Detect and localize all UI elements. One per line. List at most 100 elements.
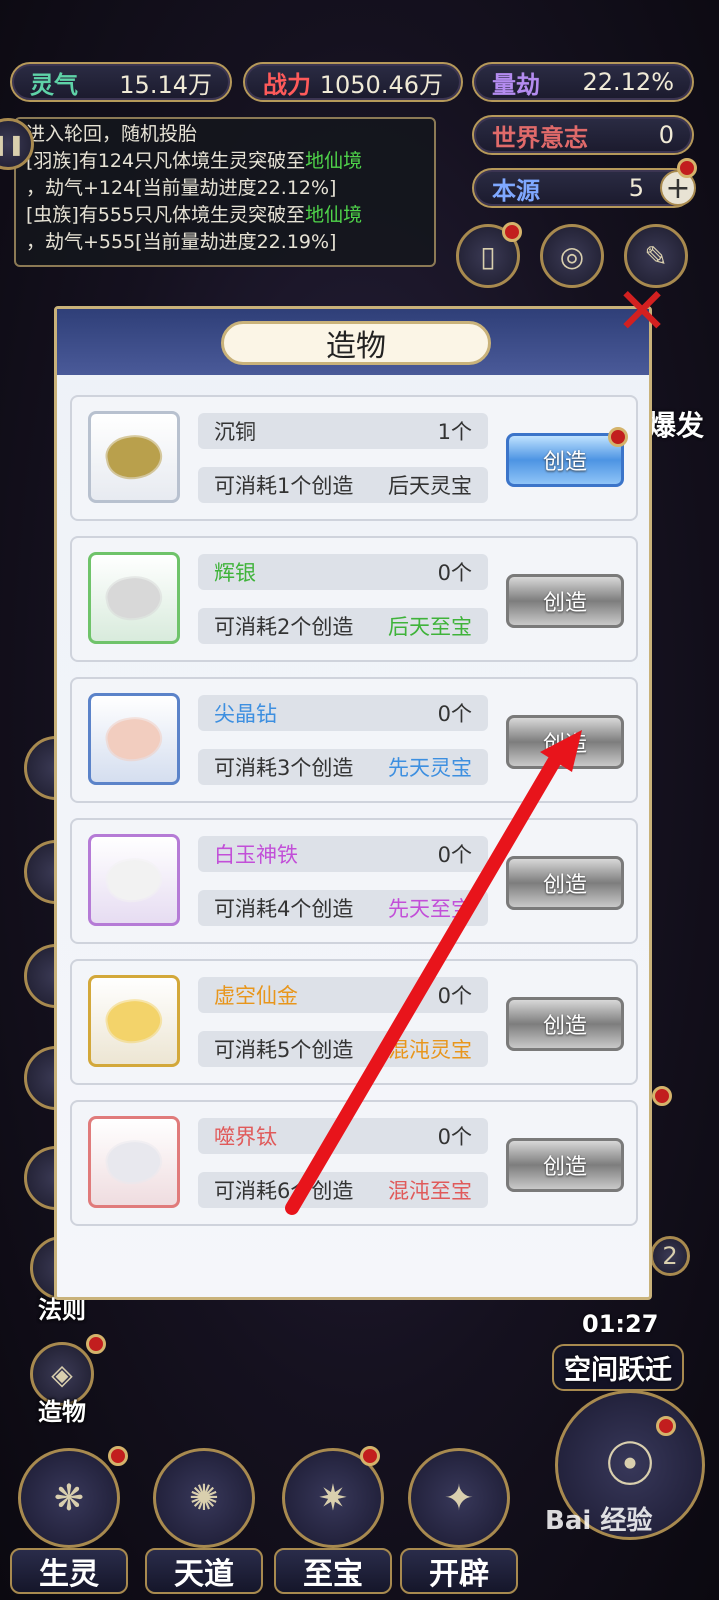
log-line: ，劫气+555[当前量劫进度22.19%] — [26, 231, 337, 253]
event-log: 进入轮回，随机投胎 [羽族]有124只凡体境生灵突破至地仙境 ，劫气+124[当… — [14, 117, 436, 267]
item-name-field: 噬界钛 0个 — [198, 1118, 488, 1154]
close-icon[interactable]: ✕ — [612, 280, 672, 344]
ore-icon — [104, 996, 164, 1046]
stat-world-will: 世界意志 0 — [472, 115, 694, 155]
ore-icon — [104, 573, 164, 623]
log-highlight: 地仙境 — [305, 150, 363, 172]
ore-icon — [104, 432, 164, 482]
item-grade: 后天至宝 — [388, 615, 472, 639]
item-row: 辉银 0个 可消耗2个创造 后天至宝 创造 — [70, 536, 638, 662]
item-grade: 先天灵宝 — [388, 756, 472, 780]
creation-notice-dot — [86, 1334, 106, 1354]
item-name-field: 尖晶钻 0个 — [198, 695, 488, 731]
create-button[interactable]: 创造 — [506, 574, 624, 628]
create-notice-dot — [608, 427, 628, 447]
nav-tiandao[interactable]: ✺ 天道 — [145, 1448, 263, 1598]
space-timer: 01:27 — [582, 1310, 659, 1338]
create-button[interactable]: 创造 — [506, 1138, 624, 1192]
item-grade: 混沌至宝 — [388, 1179, 472, 1203]
item-cost-field: 可消耗2个创造 后天至宝 — [198, 608, 488, 644]
ore-icon — [104, 1137, 164, 1187]
nav-zhibao[interactable]: ✷ 至宝 — [274, 1448, 392, 1598]
kaipi-icon: ✦ — [408, 1448, 510, 1548]
card-notice-dot — [502, 222, 522, 242]
stat-zhanli-label: 战力 — [263, 70, 311, 99]
stat-lingqi: 灵气 15.14万 — [10, 62, 232, 102]
item-count: 0个 — [437, 984, 472, 1008]
stat-benyuan-label: 本源 — [492, 176, 540, 205]
item-cost: 可消耗5个创造 — [214, 1038, 354, 1062]
item-cost: 可消耗4个创造 — [214, 897, 354, 921]
item-row: 沉铜 1个 可消耗1个创造 后天灵宝 创造 — [70, 395, 638, 521]
item-count: 0个 — [437, 561, 472, 585]
nav-kaipi[interactable]: ✦ 开辟 — [400, 1448, 518, 1598]
nav-shengling[interactable]: ❋ 生灵 — [10, 1448, 128, 1598]
log-line: [虫族]有555只凡体境生灵突破至地仙境 — [26, 202, 424, 229]
create-button[interactable]: 创造 — [506, 433, 624, 487]
log-text: [虫族]有555只凡体境生灵突破至 — [26, 204, 306, 226]
create-button[interactable]: 创造 — [506, 856, 624, 910]
item-count: 1个 — [437, 420, 472, 444]
item-name-field: 虚空仙金 0个 — [198, 977, 488, 1013]
item-name-field: 白玉神铁 0个 — [198, 836, 488, 872]
log-line: [羽族]有124只凡体境生灵突破至地仙境 — [26, 148, 424, 175]
badge-two-icon[interactable]: 2 — [650, 1236, 690, 1276]
burst-label[interactable]: 爆发 — [648, 404, 704, 444]
item-cost-field: 可消耗3个创造 先天灵宝 — [198, 749, 488, 785]
nav-main-emblem[interactable]: ☉ — [545, 1390, 715, 1590]
item-name: 噬界钛 — [214, 1125, 277, 1149]
item-grade: 混沌灵宝 — [388, 1038, 472, 1062]
item-name: 虚空仙金 — [214, 984, 298, 1008]
nav-label: 天道 — [145, 1548, 263, 1594]
nav-notice-dot — [108, 1446, 128, 1466]
log-line: 进入轮回，随机投胎 — [26, 123, 198, 145]
watermark: Bai 经验 — [545, 1506, 653, 1536]
item-name-field: 沉铜 1个 — [198, 413, 488, 449]
item-grade: 后天灵宝 — [388, 474, 472, 498]
nav-label: 开辟 — [400, 1548, 518, 1594]
stat-world-will-label: 世界意志 — [492, 123, 588, 152]
item-thumbnail — [88, 693, 180, 785]
item-row: 噬界钛 0个 可消耗6个创造 混沌至宝 创造 — [70, 1100, 638, 1226]
item-thumbnail — [88, 975, 180, 1067]
create-button[interactable]: 创造 — [506, 997, 624, 1051]
item-count: 0个 — [437, 1125, 472, 1149]
creation-dialog: 造物 沉铜 1个 可消耗1个创造 后天灵宝 创造 辉银 0个 可消耗2个创造 后… — [54, 306, 652, 1300]
item-thumbnail — [88, 552, 180, 644]
log-text: [羽族]有124只凡体境生灵突破至 — [26, 150, 306, 172]
item-cost: 可消耗1个创造 — [214, 474, 354, 498]
item-thumbnail — [88, 1116, 180, 1208]
stat-benyuan-value: 5 — [628, 174, 644, 202]
nav-label: 至宝 — [274, 1548, 392, 1594]
nav-notice-dot — [360, 1446, 380, 1466]
item-name: 白玉神铁 — [214, 843, 298, 867]
item-grade: 先天至宝 — [388, 897, 472, 921]
nav-notice-dot — [656, 1416, 676, 1436]
badge-two-number: 2 — [662, 1242, 678, 1270]
log-line: ，劫气+124[当前量劫进度22.12%] — [26, 177, 337, 199]
item-cost-field: 可消耗4个创造 先天至宝 — [198, 890, 488, 926]
item-cost: 可消耗6个创造 — [214, 1179, 354, 1203]
item-thumbnail — [88, 834, 180, 926]
item-count: 0个 — [437, 702, 472, 726]
log-highlight: 地仙境 — [305, 204, 363, 226]
nav-label: 生灵 — [10, 1548, 128, 1594]
item-cost: 可消耗2个创造 — [214, 615, 354, 639]
item-row: 虚空仙金 0个 可消耗5个创造 混沌灵宝 创造 — [70, 959, 638, 1085]
space-jump-label[interactable]: 空间跃迁 — [552, 1344, 684, 1391]
ore-icon — [104, 714, 164, 764]
item-cost: 可消耗3个创造 — [214, 756, 354, 780]
item-cost-field: 可消耗5个创造 混沌灵宝 — [198, 1031, 488, 1067]
stat-liangjie: 量劫 22.12% — [472, 62, 694, 102]
tiandao-icon: ✺ — [153, 1448, 255, 1548]
create-button[interactable]: 创造 — [506, 715, 624, 769]
benyuan-notice-dot — [677, 158, 697, 178]
creation-label: 造物 — [38, 1398, 86, 1426]
item-name: 辉银 — [214, 561, 256, 585]
shutter-icon[interactable]: ◎ — [540, 224, 604, 288]
item-row: 尖晶钻 0个 可消耗3个创造 先天灵宝 创造 — [70, 677, 638, 803]
stat-lingqi-value: 15.14万 — [119, 70, 212, 99]
item-name: 尖晶钻 — [214, 702, 277, 726]
stat-world-will-value: 0 — [658, 121, 674, 149]
stat-zhanli-value: 1050.46万 — [319, 70, 443, 99]
